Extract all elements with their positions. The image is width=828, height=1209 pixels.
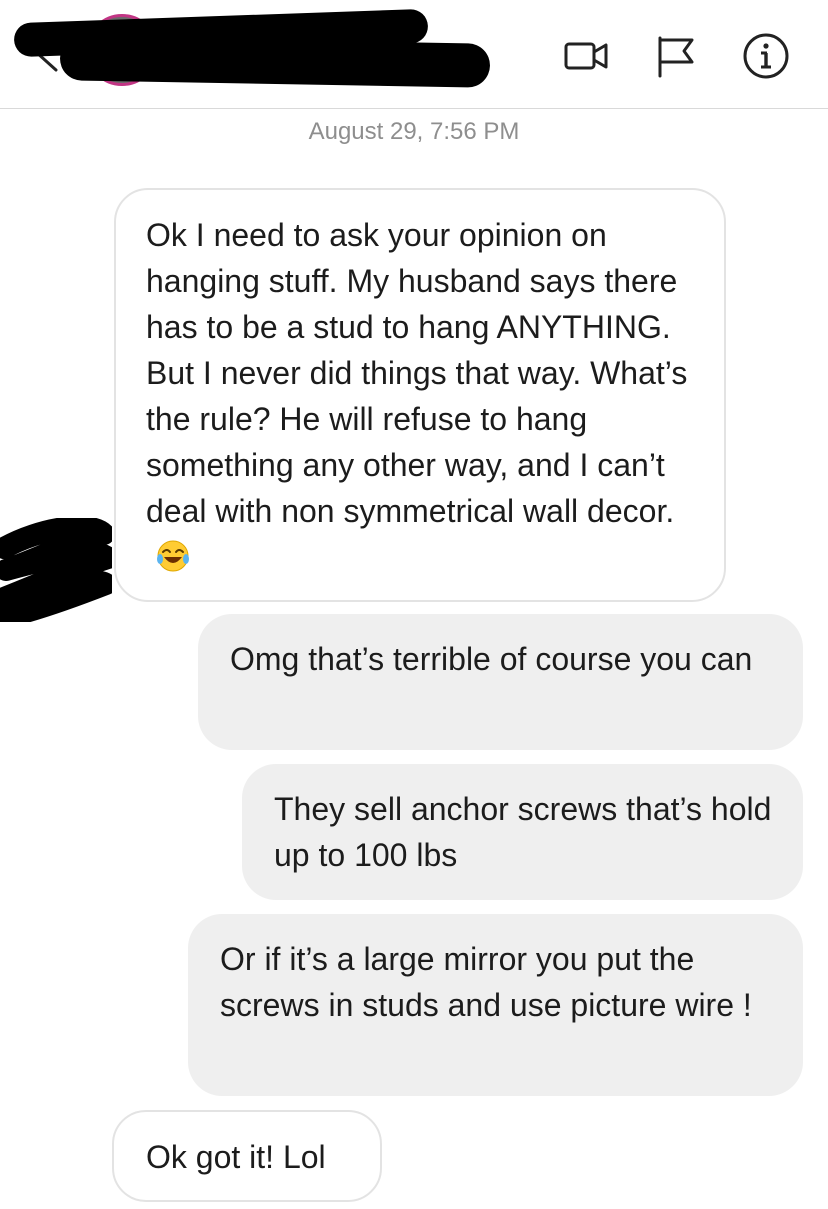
message-text: They sell anchor screws that’s hold up t… <box>274 791 772 873</box>
chat-header <box>0 0 828 109</box>
video-call-icon[interactable] <box>560 30 612 82</box>
message-bubble-incoming[interactable]: Ok I need to ask your opinion on hanging… <box>114 188 726 602</box>
message-bubble-outgoing[interactable]: Omg that’s terrible of course you can <box>198 614 803 750</box>
message-text: Ok I need to ask your opinion on hanging… <box>146 217 688 529</box>
face-with-tears-of-joy-icon <box>157 540 189 572</box>
message-text: Ok got it! Lol <box>146 1139 326 1175</box>
message-bubble-outgoing[interactable]: They sell anchor screws that’s hold up t… <box>242 764 803 900</box>
avatar-redaction <box>0 518 112 622</box>
message-bubble-incoming[interactable]: Ok got it! Lol <box>112 1110 382 1202</box>
info-icon[interactable] <box>740 30 792 82</box>
name-redaction <box>59 36 491 88</box>
flag-icon[interactable] <box>650 30 702 82</box>
message-text: Omg that’s terrible of course you can <box>230 641 753 677</box>
thread-timestamp: August 29, 7:56 PM <box>308 118 520 145</box>
message-bubble-outgoing[interactable]: Or if it’s a large mirror you put the sc… <box>188 914 803 1096</box>
message-text: Or if it’s a large mirror you put the sc… <box>220 941 752 1023</box>
header-actions <box>560 30 792 82</box>
